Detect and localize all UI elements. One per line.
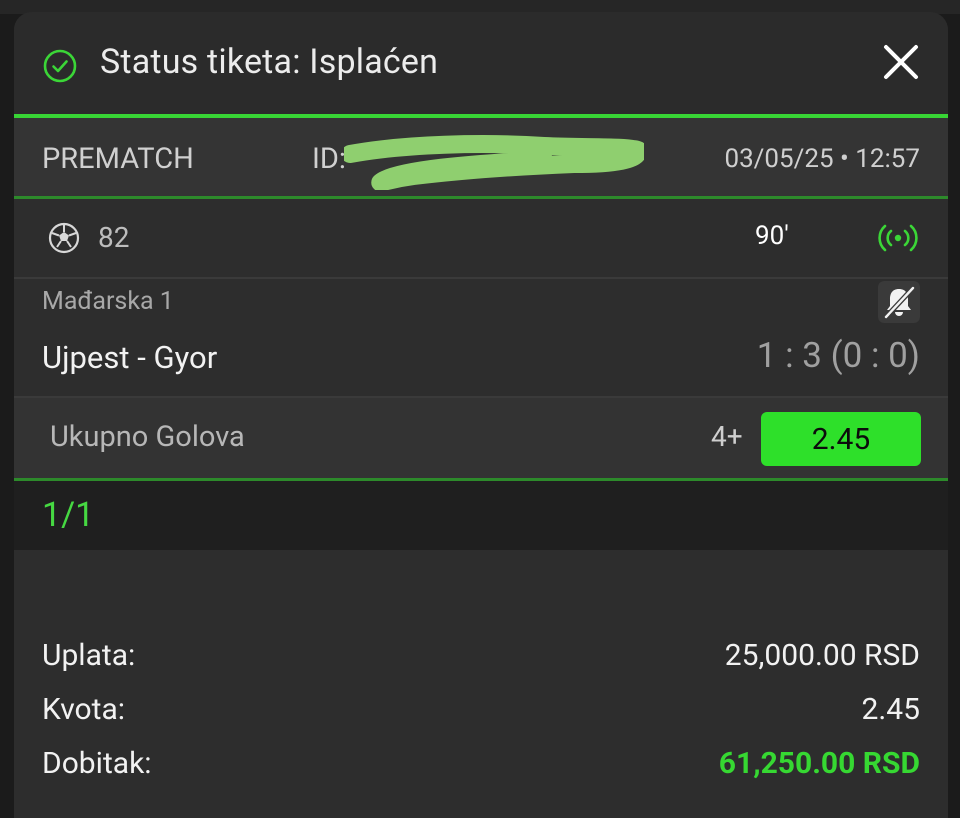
soccer-ball-icon [48, 222, 80, 254]
match-minute: 90′ [755, 221, 789, 251]
market-name: Ukupno Golova [50, 420, 245, 454]
ticket-id-label: ID: [312, 142, 346, 176]
win-row: Dobitak: 61,250.00 RSD [42, 746, 920, 786]
live-info-row: 82 90′ [14, 199, 948, 279]
ticket-card: Status tiketa: Isplaćen PREMATCH ID: 03/… [14, 12, 948, 818]
match-teams: Ujpest - Gyor [42, 339, 218, 376]
ticket-header: Status tiketa: Isplaćen [14, 12, 948, 114]
redaction-scribble [344, 135, 644, 190]
match-score: 1 : 3 (0 : 0) [756, 335, 920, 376]
close-icon[interactable] [882, 43, 920, 81]
league-name: Mađarska 1 [42, 287, 174, 316]
bet-pick: 4+ [711, 420, 743, 453]
event-count: 82 [98, 221, 130, 254]
win-value: 61,250.00 RSD [718, 746, 920, 781]
ticket-meta-row: PREMATCH ID: 03/05/25 • 12:57 [14, 118, 948, 196]
odds-button[interactable]: 2.45 [761, 412, 921, 466]
stake-value: 25,000.00 RSD [724, 638, 920, 673]
selection-counter-row: 1/1 [14, 481, 948, 550]
bet-market-row: Ukupno Golova 4+ 2.45 [14, 398, 948, 481]
odds-label: Kvota: [42, 692, 126, 727]
live-broadcast-icon [878, 224, 918, 252]
ticket-summary: Uplata: 25,000.00 RSD Kvota: 2.45 Dobita… [14, 550, 948, 818]
ticket-status-title: Status tiketa: Isplaćen [100, 42, 439, 82]
selection-counter: 1/1 [42, 495, 95, 535]
ticket-type: PREMATCH [42, 142, 194, 176]
stake-label: Uplata: [42, 638, 136, 673]
check-circle-icon [43, 49, 77, 83]
odds-row: Kvota: 2.45 [42, 692, 920, 732]
odds-value: 2.45 [861, 692, 921, 727]
bell-off-icon[interactable] [878, 281, 920, 323]
ticket-datetime: 03/05/25 • 12:57 [724, 144, 920, 174]
win-label: Dobitak: [42, 746, 152, 781]
event-row: Mađarska 1 Ujpest - Gyor 1 : 3 (0 : 0) [14, 279, 948, 398]
stake-row: Uplata: 25,000.00 RSD [42, 638, 920, 678]
